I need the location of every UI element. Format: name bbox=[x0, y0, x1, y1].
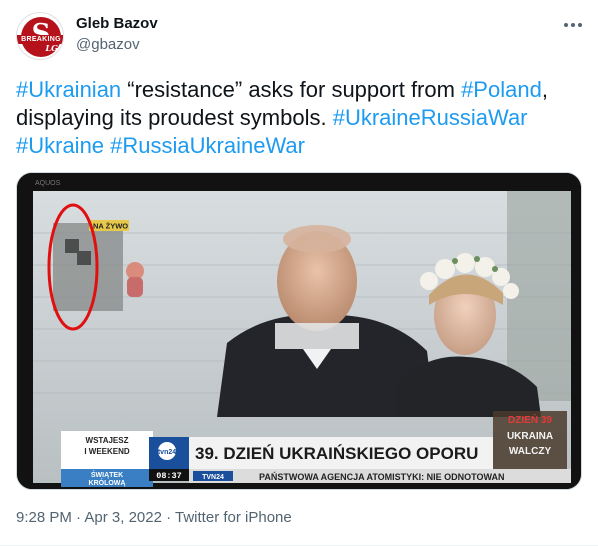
badge-line-1: UKRAINA bbox=[507, 431, 553, 442]
hashtag-link[interactable]: #UkraineRussiaWar bbox=[333, 105, 528, 130]
tweet-text: #Ukrainian “resistance” asks for support… bbox=[16, 76, 582, 160]
tweet-card: S BREAKING LG Gleb Bazov @gbazov #Ukrain… bbox=[0, 0, 598, 546]
live-badge-label: NA ŻYWO bbox=[93, 222, 128, 231]
meta-separator: · bbox=[161, 509, 176, 526]
day-badge: DZIEŃ 39 bbox=[508, 413, 552, 426]
headline-text: 39. DZIEŃ UKRAIŃSKIEGO OPORU bbox=[195, 444, 478, 463]
hashtag-link[interactable]: #Ukrainian bbox=[16, 77, 121, 102]
more-options-icon[interactable] bbox=[560, 14, 586, 36]
tvn-logo: tvn24 bbox=[158, 449, 176, 456]
tweet-media-photo[interactable]: AQUOS NA ŻYWO WSTAJESZ I WEEKEND ŚWIĄTEK… bbox=[16, 172, 582, 490]
side-label-2: I WEEKEND bbox=[84, 447, 130, 456]
hashtag-link[interactable]: #Ukraine bbox=[16, 133, 104, 158]
ticker-text: PAŃSTWOWA AGENCJA ATOMISTYKI: NIE ODNOTO… bbox=[259, 472, 505, 482]
tweet-date[interactable]: Apr 3, 2022 bbox=[84, 509, 162, 526]
badge-line-2: WALCZY bbox=[509, 446, 552, 457]
tv-brand: AQUOS bbox=[35, 180, 61, 187]
author-handle[interactable]: @gbazov bbox=[76, 35, 140, 55]
tweet-text-segment: “resistance” asks for support from bbox=[121, 77, 462, 102]
hashtag-link[interactable]: #RussiaUkraineWar bbox=[110, 133, 305, 158]
tweet-time[interactable]: 9:28 PM bbox=[16, 509, 72, 526]
meta-separator: · bbox=[71, 509, 85, 526]
tweet-source[interactable]: Twitter for iPhone bbox=[175, 509, 292, 526]
ticker-tag: TVN24 bbox=[202, 474, 224, 481]
avatar-suffix: LG bbox=[45, 43, 58, 53]
tweet-meta: 9:28 PM · Apr 3, 2022 · Twitter for iPho… bbox=[16, 508, 292, 528]
wall-poster bbox=[53, 223, 123, 311]
author-display-name[interactable]: Gleb Bazov bbox=[76, 14, 158, 34]
side-label-1: WSTAJESZ bbox=[86, 436, 129, 445]
side-label-4: KRÓLOWĄ bbox=[89, 478, 126, 487]
avatar[interactable]: S BREAKING LG bbox=[16, 12, 64, 60]
side-label-3: ŚWIĄTEK bbox=[91, 470, 123, 479]
hashtag-link[interactable]: #Poland bbox=[461, 77, 542, 102]
broadcast-clock: 08:37 bbox=[156, 471, 182, 481]
